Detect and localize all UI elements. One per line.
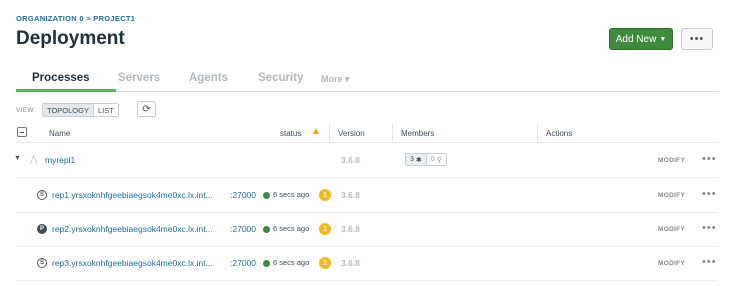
modify-link[interactable]: MODIFY <box>658 226 685 233</box>
arbiters-count: 0 ⚲ <box>430 156 442 164</box>
warning-badge[interactable]: 1 <box>319 257 331 269</box>
header-name[interactable]: Name <box>49 129 70 138</box>
replica-set-version: 3.6.8 <box>341 155 360 165</box>
header-actions: Actions <box>546 129 573 138</box>
process-row: S rep1.yrsxoknhfgeebiaegsok4me0xc.lx.int… <box>16 179 718 213</box>
tab-agents[interactable]: Agents <box>189 72 228 84</box>
breadcrumb-org[interactable]: ORGANIZATION 0 <box>16 14 84 23</box>
breadcrumb-separator: > <box>86 14 91 23</box>
active-tab-indicator <box>16 89 116 92</box>
modify-link[interactable]: MODIFY <box>658 157 685 164</box>
view-toggle: TOPOLOGY LIST <box>42 103 119 117</box>
process-port[interactable]: :27000 <box>230 224 256 234</box>
header-members: Members <box>401 129 435 138</box>
column-divider <box>537 124 538 143</box>
column-divider <box>329 124 330 143</box>
process-row: S rep3.yrsxoknhfgeebiaegsok4me0xc.lx.int… <box>16 247 718 281</box>
replica-set-row: ▼ ⋀ myrepl1 3.6.8 3 ✱ 0 ⚲ MODIFY ••• <box>14 144 718 178</box>
tab-servers[interactable]: Servers <box>118 72 160 84</box>
last-ping: 6 secs ago <box>273 258 310 267</box>
process-version: 3.6.8 <box>341 190 360 200</box>
last-ping: 6 secs ago <box>273 190 310 199</box>
process-port[interactable]: :27000 <box>230 190 256 200</box>
warning-badge[interactable]: 1 <box>319 223 331 235</box>
breadcrumb-project[interactable]: PROJECT1 <box>93 14 135 23</box>
view-topology-button[interactable]: TOPOLOGY <box>43 104 94 116</box>
process-row: P rep2.yrsxoknhfgeebiaegsok4me0xc.lx.int… <box>16 213 718 247</box>
process-hostname[interactable]: rep2.yrsxoknhfgeebiaegsok4me0xc.lx.int..… <box>52 224 213 234</box>
row-menu-button[interactable]: ••• <box>702 188 717 200</box>
row-menu-button[interactable]: ••• <box>702 153 717 165</box>
modify-link[interactable]: MODIFY <box>658 260 685 267</box>
members-count: 3 ✱ <box>406 154 427 165</box>
page-title: Deployment <box>16 28 125 49</box>
members-widget[interactable]: 3 ✱ 0 ⚲ <box>405 153 447 166</box>
primary-role-icon: P <box>37 224 47 234</box>
process-version: 3.6.8 <box>341 258 360 268</box>
row-menu-button[interactable]: ••• <box>702 256 717 268</box>
breadcrumb: ORGANIZATION 0 > PROJECT1 <box>16 14 135 23</box>
process-port[interactable]: :27000 <box>230 258 256 268</box>
tab-processes[interactable]: Processes <box>32 72 90 84</box>
header-status[interactable]: status <box>280 129 301 138</box>
view-label: VIEW: <box>16 107 36 114</box>
expand-caret-icon[interactable]: ▼ <box>14 155 21 162</box>
last-ping: 6 secs ago <box>273 224 310 233</box>
column-divider <box>392 124 393 143</box>
status-ok-icon <box>263 226 270 233</box>
status-ok-icon <box>263 192 270 199</box>
tab-more[interactable]: More ▾ <box>321 74 350 85</box>
warning-icon: ▲ <box>311 126 321 137</box>
replica-set-icon: ⋀ <box>30 154 38 164</box>
refresh-button[interactable]: ⟳ <box>137 101 156 117</box>
status-ok-icon <box>263 260 270 267</box>
arbiter-icon: ⚲ <box>436 156 442 164</box>
process-version: 3.6.8 <box>341 224 360 234</box>
row-menu-button[interactable]: ••• <box>702 222 717 234</box>
refresh-icon: ⟳ <box>142 103 151 115</box>
header-version[interactable]: Version <box>338 129 365 138</box>
secondary-role-icon: S <box>37 258 47 268</box>
caret-down-icon: ▼ <box>659 35 667 43</box>
add-new-button[interactable]: Add New ▼ <box>609 28 673 50</box>
tab-security[interactable]: Security <box>258 72 303 84</box>
warning-badge[interactable]: 1 <box>319 189 331 201</box>
gear-icon: ✱ <box>415 156 422 164</box>
view-list-button[interactable]: LIST <box>94 104 118 116</box>
more-actions-button[interactable]: ••• <box>681 28 713 50</box>
process-hostname[interactable]: rep1.yrsxoknhfgeebiaegsok4me0xc.lx.int..… <box>52 190 213 200</box>
secondary-role-icon: S <box>37 190 47 200</box>
process-hostname[interactable]: rep3.yrsxoknhfgeebiaegsok4me0xc.lx.int..… <box>52 258 213 268</box>
replica-set-name[interactable]: myrepl1 <box>45 155 75 165</box>
add-new-label: Add New <box>615 33 657 45</box>
modify-link[interactable]: MODIFY <box>658 192 685 199</box>
tab-bar: Processes Servers Agents Security More ▾ <box>16 70 718 92</box>
table-header: Name status ▲ Version Members Actions <box>16 124 718 143</box>
collapse-all-checkbox[interactable] <box>17 127 27 137</box>
